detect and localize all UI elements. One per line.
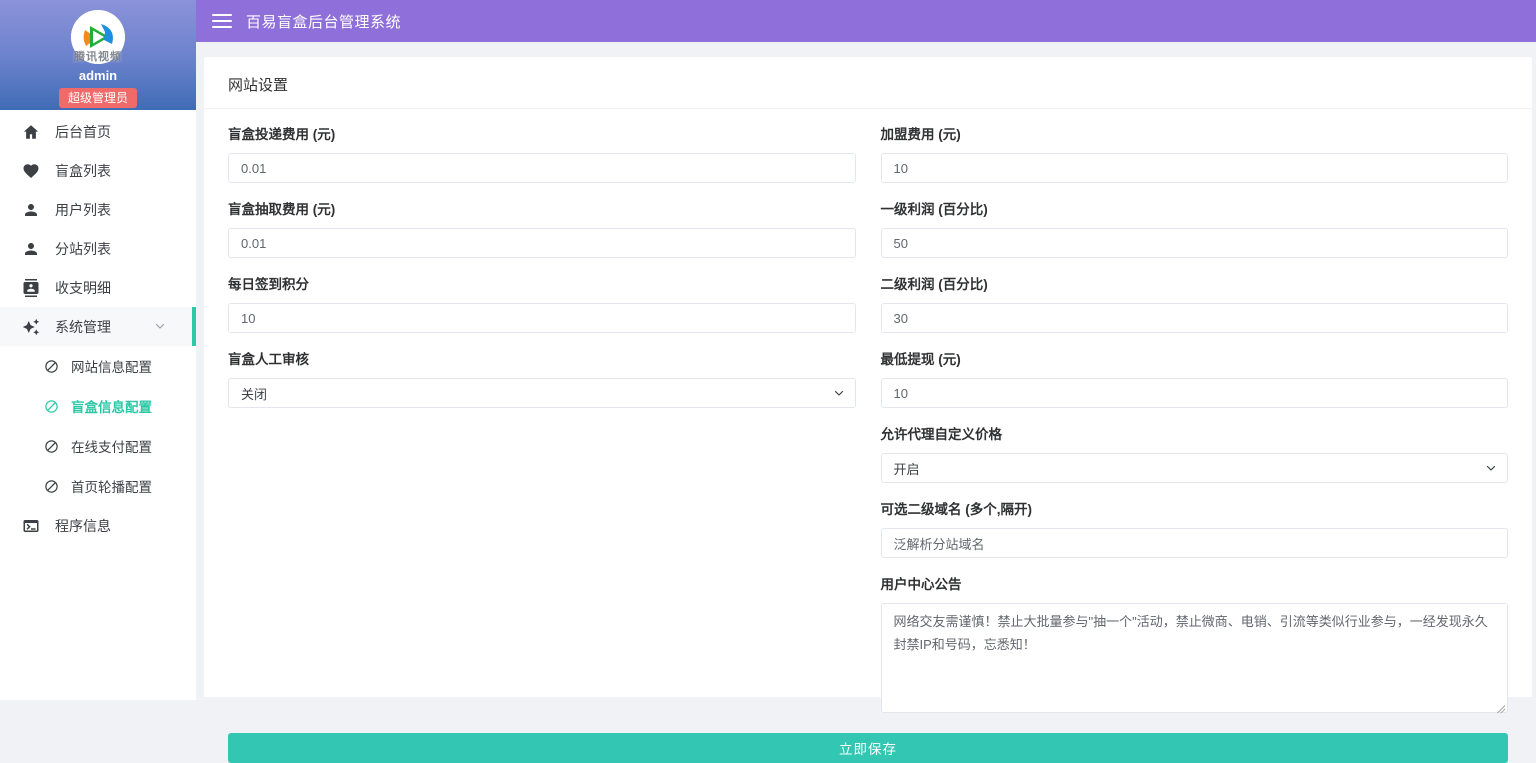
- sidebar-item-user-list[interactable]: 用户列表: [0, 190, 196, 229]
- submenu-item-label: 网站信息配置: [71, 356, 152, 376]
- home-icon: [22, 123, 40, 141]
- sidebar-item-system-management[interactable]: 系统管理: [0, 307, 196, 346]
- field-manual-review: 盲盒人工审核 关闭: [228, 348, 856, 408]
- form-column-right: 加盟费用 (元) 一级利润 (百分比) 二级利润 (百分比) 最低提现 (元) …: [881, 123, 1509, 733]
- submenu-item-site-info-config[interactable]: 网站信息配置: [0, 346, 196, 386]
- field-label: 可选二级域名 (多个,隔开): [881, 498, 1509, 518]
- sidebar-item-label: 系统管理: [55, 317, 111, 337]
- save-button[interactable]: 立即保存: [228, 733, 1508, 763]
- sidebar-item-label: 后台首页: [55, 122, 111, 142]
- field-user-center-notice: 用户中心公告 网络交友需谨慎！禁止大批量参与"抽一个"活动，禁止微商、电销、引流…: [881, 573, 1509, 718]
- sidebar-menu: 后台首页 盲盒列表 用户列表 分站列表 收支明细 系统管理 网站信息配置: [0, 110, 196, 545]
- app-title: 百易盲盒后台管理系统: [246, 11, 401, 32]
- user-center-notice-textarea[interactable]: 网络交友需谨慎！禁止大批量参与"抽一个"活动，禁止微商、电销、引流等类似行业参与…: [881, 603, 1509, 713]
- field-label: 用户中心公告: [881, 573, 1509, 593]
- agent-custom-price-select[interactable]: 开启: [881, 453, 1509, 483]
- sidebar-item-label: 程序信息: [55, 516, 111, 536]
- submenu-item-label: 首页轮播配置: [71, 476, 152, 496]
- field-label: 最低提现 (元): [881, 348, 1509, 368]
- block-icon: [44, 439, 59, 454]
- username: admin: [79, 68, 117, 83]
- form-column-left: 盲盒投递费用 (元) 盲盒抽取费用 (元) 每日签到积分 盲盒人工审核 关闭: [228, 123, 856, 733]
- sidebar-item-blindbox-list[interactable]: 盲盒列表: [0, 151, 196, 190]
- field-label: 盲盒人工审核: [228, 348, 856, 368]
- draw-fee-input[interactable]: [228, 228, 856, 258]
- chevron-down-icon: [1485, 462, 1497, 474]
- main-content: 网站设置 盲盒投递费用 (元) 盲盒抽取费用 (元) 每日签到积分 盲盒人工审核: [196, 42, 1536, 700]
- submenu-item-label: 盲盒信息配置: [71, 396, 152, 416]
- submenu-item-online-payment-config[interactable]: 在线支付配置: [0, 426, 196, 466]
- sidebar-item-label: 用户列表: [55, 200, 111, 220]
- manual-review-select[interactable]: 关闭: [228, 378, 856, 408]
- sidebar-item-dashboard[interactable]: 后台首页: [0, 112, 196, 151]
- field-level1-profit: 一级利润 (百分比): [881, 198, 1509, 258]
- field-label: 加盟费用 (元): [881, 123, 1509, 143]
- subdomain-input[interactable]: [881, 528, 1509, 558]
- avatar: 腾讯视频: [71, 10, 125, 64]
- submenu-item-home-carousel-config[interactable]: 首页轮播配置: [0, 466, 196, 506]
- topbar: 百易盲盒后台管理系统: [196, 0, 1536, 42]
- delivery-fee-input[interactable]: [228, 153, 856, 183]
- sidebar-item-label: 收支明细: [55, 278, 111, 298]
- field-subdomain: 可选二级域名 (多个,隔开): [881, 498, 1509, 558]
- chevron-down-icon: [833, 387, 845, 399]
- system-management-submenu: 网站信息配置 盲盒信息配置 在线支付配置 首页轮播配置: [0, 346, 196, 506]
- save-row: 立即保存: [204, 733, 1532, 763]
- heart-icon: [22, 162, 40, 180]
- min-withdrawal-input[interactable]: [881, 378, 1509, 408]
- field-level2-profit: 二级利润 (百分比): [881, 273, 1509, 333]
- menu-toggle-icon[interactable]: [212, 14, 232, 28]
- sidebar-item-income-detail[interactable]: 收支明细: [0, 268, 196, 307]
- field-label: 一级利润 (百分比): [881, 198, 1509, 218]
- sidebar-profile: 腾讯视频 admin 超级管理员: [0, 0, 196, 110]
- terminal-icon: [22, 517, 40, 535]
- selected-option: 关闭: [241, 384, 267, 403]
- daily-signin-points-input[interactable]: [228, 303, 856, 333]
- chevron-down-icon: [154, 320, 166, 332]
- ledger-icon: [22, 279, 40, 297]
- field-label: 允许代理自定义价格: [881, 423, 1509, 443]
- block-icon: [44, 479, 59, 494]
- role-badge: 超级管理员: [59, 88, 137, 108]
- field-min-withdrawal: 最低提现 (元): [881, 348, 1509, 408]
- sidebar-item-program-info[interactable]: 程序信息: [0, 506, 196, 545]
- submenu-item-label: 在线支付配置: [71, 436, 152, 456]
- sparkles-icon: [22, 318, 40, 336]
- franchise-fee-input[interactable]: [881, 153, 1509, 183]
- field-label: 盲盒投递费用 (元): [228, 123, 856, 143]
- field-draw-fee: 盲盒抽取费用 (元): [228, 198, 856, 258]
- level2-profit-input[interactable]: [881, 303, 1509, 333]
- field-label: 盲盒抽取费用 (元): [228, 198, 856, 218]
- field-agent-custom-price: 允许代理自定义价格 开启: [881, 423, 1509, 483]
- block-icon: [44, 399, 59, 414]
- user-icon: [22, 240, 40, 258]
- user-icon: [22, 201, 40, 219]
- submenu-item-blindbox-info-config[interactable]: 盲盒信息配置: [0, 386, 196, 426]
- selected-option: 开启: [894, 459, 920, 478]
- play-logo-icon: [71, 10, 125, 64]
- sidebar-item-label: 分站列表: [55, 239, 111, 259]
- sidebar-item-substation-list[interactable]: 分站列表: [0, 229, 196, 268]
- sidebar-item-label: 盲盒列表: [55, 161, 111, 181]
- field-franchise-fee: 加盟费用 (元): [881, 123, 1509, 183]
- field-daily-signin-points: 每日签到积分: [228, 273, 856, 333]
- page-title: 网站设置: [204, 57, 1532, 109]
- field-delivery-fee: 盲盒投递费用 (元): [228, 123, 856, 183]
- settings-card: 网站设置 盲盒投递费用 (元) 盲盒抽取费用 (元) 每日签到积分 盲盒人工审核: [204, 57, 1532, 697]
- level1-profit-input[interactable]: [881, 228, 1509, 258]
- field-label: 二级利润 (百分比): [881, 273, 1509, 293]
- settings-form: 盲盒投递费用 (元) 盲盒抽取费用 (元) 每日签到积分 盲盒人工审核 关闭: [204, 109, 1532, 733]
- field-label: 每日签到积分: [228, 273, 856, 293]
- block-icon: [44, 359, 59, 374]
- sidebar: 腾讯视频 admin 超级管理员 后台首页 盲盒列表 用户列表 分站列表 收支明…: [0, 0, 196, 700]
